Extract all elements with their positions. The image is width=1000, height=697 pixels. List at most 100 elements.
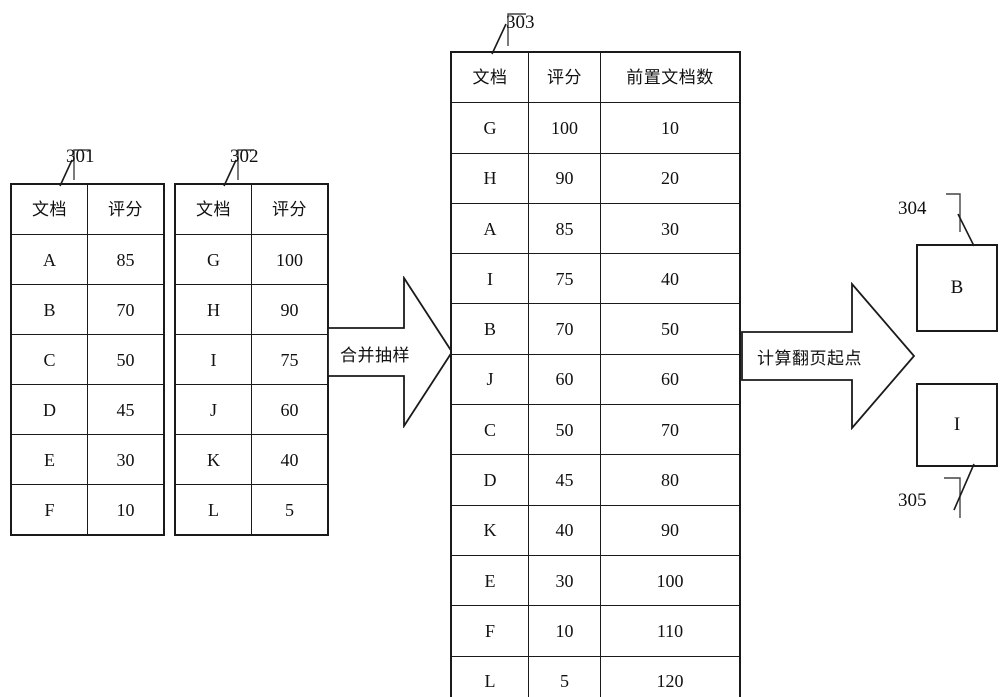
table-303-row: B 70 50 [450, 303, 741, 355]
table-303-cell: 50 [528, 404, 601, 456]
table-302-cell: G [174, 234, 252, 285]
callout-304: 304 [898, 190, 998, 248]
table-303-cell: 110 [600, 605, 741, 657]
result-box-304: B [916, 244, 998, 332]
callout-301: 301 [38, 146, 118, 187]
table-301-cell: F [10, 484, 88, 536]
table-302-header-cell: 评分 [251, 183, 329, 235]
table-303-cell: 50 [600, 303, 741, 355]
table-303-cell: 80 [600, 454, 741, 506]
table-303-merged-list: 文档 评分 前置文档数 G 100 10 H 90 20 A 85 30 I 75 40 B 70 50 J 60 60… [450, 51, 741, 697]
table-301-cell: C [10, 334, 88, 385]
callout-305: 305 [898, 462, 998, 528]
table-302-header-cell: 文档 [174, 183, 252, 235]
table-303-cell: J [450, 353, 529, 406]
table-303-cell: A [450, 202, 529, 255]
table-303-cell: D [450, 454, 529, 506]
table-303-cell: 70 [528, 303, 601, 355]
table-301-row: E 30 [10, 434, 165, 485]
table-303-cell: 40 [600, 253, 741, 305]
callout-302: 302 [202, 146, 282, 187]
table-303-cell: I [450, 253, 529, 305]
table-303-header-row: 文档 评分 前置文档数 [450, 51, 741, 104]
table-303-row: L 5 120 [450, 655, 741, 697]
table-303-cell: 90 [600, 504, 741, 556]
table-301-cell: 30 [87, 434, 165, 485]
table-301-cell: 45 [87, 384, 165, 435]
table-303-row: K 40 90 [450, 504, 741, 556]
table-302-row: H 90 [174, 284, 329, 335]
table-303-cell: H [450, 152, 529, 204]
table-303-cell: B [450, 303, 529, 355]
callout-305-number: 305 [898, 490, 927, 511]
table-303-cell: 40 [528, 504, 601, 556]
table-303-cell: 120 [600, 655, 741, 697]
table-301-header-cell: 评分 [87, 183, 165, 235]
table-303-cell: L [450, 655, 529, 697]
result-box-305-value: I [953, 414, 961, 435]
table-303-cell: 70 [600, 404, 741, 456]
table-302-cell: 100 [251, 234, 329, 285]
callout-304-number: 304 [898, 198, 927, 219]
result-box-305: I [916, 383, 998, 467]
table-301-cell: 70 [87, 284, 165, 335]
table-302-cell: 90 [251, 284, 329, 335]
table-301-source-list-a: 文档 评分 A 85 B 70 C 50 D 45 E 30 F 10 [10, 183, 165, 536]
table-302-row: L5 [174, 484, 329, 536]
table-301-cell: E [10, 434, 88, 485]
table-301-cell: 85 [87, 234, 165, 285]
table-303-cell: 30 [528, 554, 601, 607]
table-301-row: F 10 [10, 484, 165, 536]
table-303-cell: 45 [528, 454, 601, 506]
table-302-row: G 100 [174, 234, 329, 285]
merge-sampling-arrow-label: 合并抽样 [340, 346, 410, 365]
table-303-cell: G [450, 102, 529, 154]
table-302-cell: K [174, 434, 252, 485]
table-301-row: C 50 [10, 334, 165, 385]
table-303-row: E 30 100 [450, 554, 741, 607]
table-303-row: F 10 110 [450, 605, 741, 657]
table-303-cell: E [450, 554, 529, 607]
table-302-row: J 60 [174, 384, 329, 435]
table-302-cell: 60 [251, 384, 329, 435]
compute-paging-start-arrow-label: 计算翻页起点 [757, 349, 862, 368]
callout-303: 303 [476, 12, 556, 55]
result-box-304-value: B [950, 277, 964, 298]
table-303-cell: F [450, 605, 529, 657]
callout-301-number: 301 [66, 146, 95, 167]
table-303-row: D 45 80 [450, 454, 741, 506]
table-301-cell: B [10, 284, 88, 335]
table-303-cell: 60 [528, 353, 601, 406]
table-302-cell: 5 [251, 484, 329, 536]
table-303-header-cell: 前置文档数 [600, 51, 741, 104]
table-303-cell: 10 [600, 102, 741, 154]
table-303-row: H 90 20 [450, 152, 741, 204]
figure-canvas: 文档 评分 A 85 B 70 C 50 D 45 E 30 F 10 301 文档 评分 G 100 H 90 I 7… [0, 0, 1000, 697]
table-303-cell: C [450, 404, 529, 456]
table-301-header-cell: 文档 [10, 183, 88, 235]
table-302-cell: I [174, 334, 252, 385]
table-303-cell: 5 [528, 655, 601, 697]
table-302-cell: J [174, 384, 252, 435]
table-303-cell: 30 [600, 202, 741, 255]
table-302-cell: 75 [251, 334, 329, 385]
table-301-cell: A [10, 234, 88, 285]
table-303-header-cell: 评分 [528, 51, 601, 104]
callout-302-number: 302 [230, 146, 259, 167]
table-302-cell: H [174, 284, 252, 335]
table-303-row: G 100 10 [450, 102, 741, 154]
table-302-row: I 75 [174, 334, 329, 385]
table-303-header-cell: 文档 [450, 51, 529, 104]
table-301-row: D 45 [10, 384, 165, 435]
callout-303-number: 303 [506, 12, 535, 33]
table-303-cell: 100 [528, 102, 601, 154]
table-302-row: K 40 [174, 434, 329, 485]
table-303-row: I 75 40 [450, 253, 741, 305]
table-301-row: B 70 [10, 284, 165, 335]
table-303-row: A 85 30 [450, 202, 741, 255]
table-301-row: A 85 [10, 234, 165, 285]
table-302-source-list-b: 文档 评分 G 100 H 90 I 75 J 60 K 40 L 5 [174, 183, 329, 536]
table-303-row: J 60 60 [450, 353, 741, 406]
table-303-cell: 100 [600, 554, 741, 607]
table-302-cell: 40 [251, 434, 329, 485]
